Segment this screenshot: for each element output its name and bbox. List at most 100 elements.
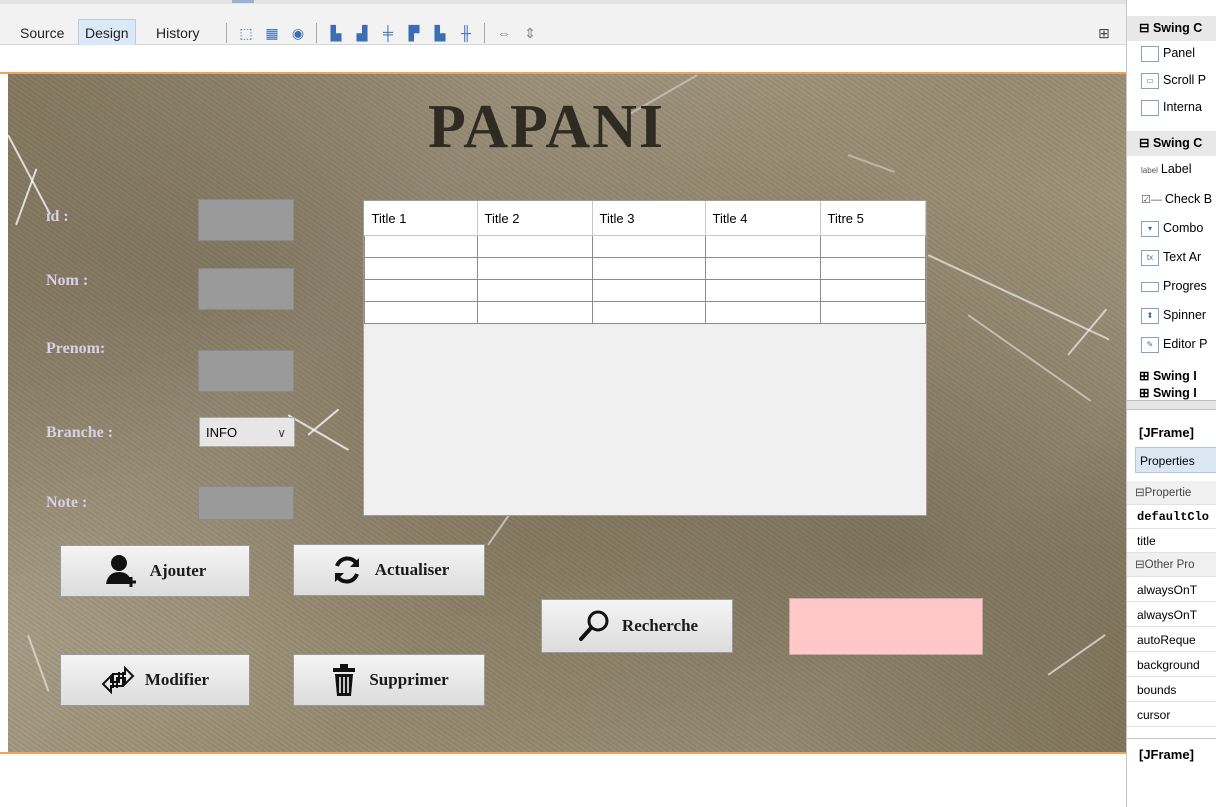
form-bottom-border (0, 752, 1126, 754)
panel-splitter[interactable] (1127, 400, 1216, 410)
properties-frame-footer: [JFrame] (1139, 747, 1194, 762)
editor-pane-icon: ✎ (1141, 336, 1159, 353)
table-row[interactable] (364, 301, 926, 324)
palette-item-label[interactable]: label Label (1127, 157, 1216, 182)
recherche-field[interactable] (789, 598, 983, 655)
note-field[interactable] (198, 486, 294, 520)
center-vertical-icon[interactable]: ╫ (456, 23, 476, 43)
internal-frame-icon (1141, 99, 1159, 116)
table-header[interactable]: Title 2 (477, 201, 593, 236)
property-row[interactable]: cursor (1127, 703, 1216, 727)
checkbox-icon: ☑— (1141, 194, 1162, 206)
label-icon: label (1141, 166, 1158, 175)
property-row[interactable]: autoReque (1127, 628, 1216, 652)
data-table[interactable]: Title 1 Title 2 Title 3 Title 4 Titre 5 (363, 200, 927, 516)
designer-toolbar: Source Design History ⬚ ▦ ◉ ▙ ▟ ╪ ▛ ▙ ╫ … (0, 0, 1126, 46)
palette-item-internal-frame[interactable]: Interna (1127, 95, 1216, 120)
textarea-icon: tx (1141, 249, 1159, 266)
jframe-form: PAPANI id : Nom : Prenom: Branche : INFO… (8, 74, 1126, 752)
table-header[interactable]: Title 1 (364, 201, 478, 236)
selection-mode-icon[interactable]: ⬚ (236, 23, 256, 43)
refresh-icon (334, 556, 359, 584)
actualiser-button[interactable]: Actualiser (293, 544, 485, 596)
toolbar-top-line (0, 0, 1126, 4)
palette-category[interactable]: ⊟ Swing C (1127, 131, 1216, 156)
toolbar-separator (226, 23, 227, 43)
trash-icon (333, 664, 356, 696)
palette-item-editor-pane[interactable]: ✎ Editor P (1127, 332, 1216, 357)
property-row[interactable]: defaultClo (1127, 505, 1216, 529)
palette-category[interactable]: ⊟ Swing C (1127, 16, 1216, 41)
branche-selected-value: INFO (206, 425, 238, 440)
modifier-button[interactable]: Modifier (60, 654, 250, 706)
resize-horizontal-icon[interactable]: ⇔ (494, 23, 514, 43)
palette-item-combobox[interactable]: ▾ Combo (1127, 216, 1216, 241)
ajouter-label: Ajouter (149, 561, 207, 580)
recherche-label: Recherche (621, 616, 699, 635)
palette-item-checkbox[interactable]: ☑— Check B (1127, 187, 1216, 212)
progressbar-icon (1141, 281, 1159, 292)
properties-section[interactable]: ⊟Other Pro (1127, 553, 1216, 577)
supprimer-label: Supprimer (369, 670, 449, 689)
property-row[interactable]: alwaysOnT (1127, 578, 1216, 602)
design-canvas-strip (0, 45, 1126, 73)
actualiser-label: Actualiser (374, 560, 450, 579)
label-prenom: Prenom: (46, 340, 106, 357)
palette-item-textarea[interactable]: tx Text Ar (1127, 245, 1216, 270)
ajouter-button[interactable]: Ajouter (60, 545, 250, 597)
toolbar-separator (484, 23, 485, 43)
resize-vertical-icon[interactable]: ⇕ (520, 23, 540, 43)
preview-design-icon[interactable]: ◉ (288, 23, 308, 43)
align-top-icon[interactable]: ▛ (404, 23, 424, 43)
chevron-down-icon: ∨ (277, 426, 286, 440)
supprimer-button[interactable]: Supprimer (293, 654, 485, 706)
recherche-button[interactable]: Recherche (541, 599, 733, 653)
connection-mode-icon[interactable]: ▦ (262, 23, 282, 43)
modify-arrows-icon (101, 665, 135, 695)
table-header[interactable]: Titre 5 (820, 201, 926, 236)
property-row[interactable]: title (1127, 529, 1216, 553)
property-row[interactable]: bounds (1127, 678, 1216, 702)
palette-item-spinner[interactable]: ⬍ Spinner (1127, 303, 1216, 328)
panel-icon (1141, 45, 1159, 62)
table-row[interactable] (364, 235, 926, 258)
label-branche: Branche : (46, 424, 114, 441)
prenom-field[interactable] (198, 350, 294, 392)
modifier-label: Modifier (144, 670, 210, 689)
form-title: PAPANI (428, 93, 665, 161)
search-icon (578, 610, 609, 641)
component-palette: ⊟ Swing C Panel ▭ Scroll P Interna ⊟ Swin… (1126, 0, 1216, 807)
palette-category[interactable]: ⊞ Swing I (1127, 386, 1216, 400)
properties-frame-header: [JFrame] (1139, 425, 1194, 440)
nom-field[interactable] (198, 268, 294, 310)
add-user-icon (105, 555, 136, 587)
label-nom: Nom : (46, 272, 89, 289)
table-header[interactable]: Title 4 (705, 201, 821, 236)
palette-item-progressbar[interactable]: Progres (1127, 274, 1216, 299)
tab-history[interactable]: History (150, 20, 206, 46)
table-row[interactable] (364, 279, 926, 302)
palette-item-scroll-pane[interactable]: ▭ Scroll P (1127, 68, 1216, 93)
table-header[interactable]: Title 3 (592, 201, 706, 236)
branche-combobox[interactable]: INFO ∨ (199, 417, 295, 447)
align-left-icon[interactable]: ▙ (326, 23, 346, 43)
combobox-icon: ▾ (1141, 220, 1159, 237)
align-right-icon[interactable]: ▟ (352, 23, 372, 43)
tab-design[interactable]: Design (78, 19, 136, 46)
align-bottom-icon[interactable]: ▙ (430, 23, 450, 43)
center-horizontal-icon[interactable]: ╪ (378, 23, 398, 43)
tab-properties[interactable]: Properties (1135, 447, 1216, 473)
property-row[interactable]: background (1127, 653, 1216, 677)
property-row[interactable]: alwaysOnT (1127, 603, 1216, 627)
id-field[interactable] (198, 199, 294, 241)
maximize-icon[interactable]: ⊞ (1094, 23, 1114, 43)
scroll-pane-icon: ▭ (1141, 72, 1159, 89)
properties-section[interactable]: ⊟Propertie (1127, 481, 1216, 505)
spinner-icon: ⬍ (1141, 307, 1159, 324)
label-note: Note : (46, 494, 88, 511)
label-id: id : (46, 208, 69, 225)
palette-item-panel[interactable]: Panel (1127, 41, 1216, 66)
tab-source[interactable]: Source (14, 20, 70, 46)
table-row[interactable] (364, 257, 926, 280)
toolbar-separator (316, 23, 317, 43)
